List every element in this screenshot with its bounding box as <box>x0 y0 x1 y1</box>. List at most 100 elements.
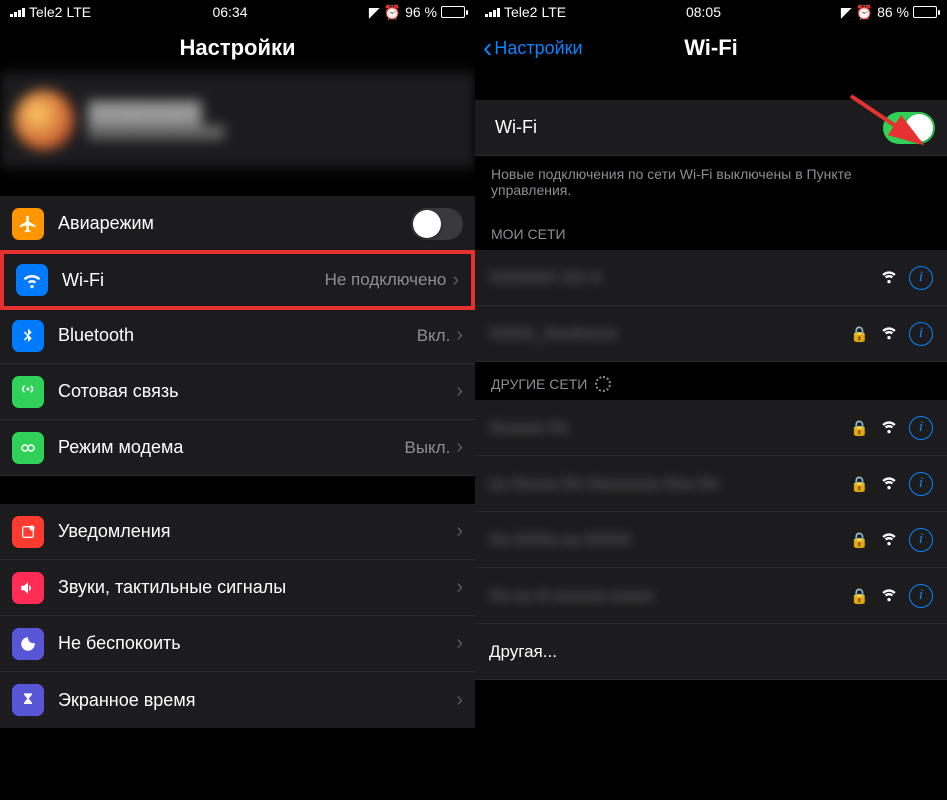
wifi-label: Wi-Fi <box>62 270 325 291</box>
hotspot-icon <box>12 432 44 464</box>
chevron-right-icon: › <box>452 269 459 292</box>
notifications-label: Уведомления <box>58 521 456 542</box>
chevron-right-icon: › <box>456 689 463 712</box>
airplane-mode-row[interactable]: Авиарежим <box>0 196 475 252</box>
wifi-icon <box>16 264 48 296</box>
info-icon[interactable]: i <box>909 472 933 496</box>
airplane-label: Авиарежим <box>58 213 411 234</box>
network-type: LTE <box>66 4 91 20</box>
lock-icon: 🔒 <box>850 475 869 493</box>
wifi-help-text: Новые подключения по сети Wi-Fi выключен… <box>475 156 947 212</box>
airplane-toggle[interactable] <box>411 208 463 240</box>
status-bar: Tele2 LTE 08:05 ◤ ⏰ 86 % <box>475 0 947 24</box>
chevron-right-icon: › <box>456 436 463 459</box>
sounds-label: Звуки, тактильные сигналы <box>58 577 456 598</box>
dnd-label: Не беспокоить <box>58 633 456 654</box>
moon-icon <box>12 628 44 660</box>
wifi-value: Не подключено <box>325 270 447 290</box>
airplane-icon <box>12 208 44 240</box>
wifi-settings-screen: Tele2 LTE 08:05 ◤ ⏰ 86 % ‹ Настройки Wi-… <box>475 0 947 800</box>
alarm-icon: ⏰ <box>384 4 401 21</box>
chevron-right-icon: › <box>456 520 463 543</box>
bluetooth-label: Bluetooth <box>58 325 417 346</box>
signal-icon <box>485 7 500 17</box>
lock-icon: 🔒 <box>850 419 869 437</box>
page-title: Wi-Fi <box>684 35 738 61</box>
battery-icon <box>441 6 465 18</box>
sounds-icon <box>12 572 44 604</box>
chevron-right-icon: › <box>456 380 463 403</box>
hotspot-label: Режим модема <box>58 437 404 458</box>
status-bar: Tele2 LTE 06:34 ◤ ⏰ 96 % <box>0 0 475 24</box>
wifi-signal-icon <box>879 527 899 552</box>
profile-row[interactable]: ████████ ████████████████ <box>0 72 475 168</box>
network-row[interactable]: Xx-XXXx-xx-XXXX 🔒 i <box>475 512 947 568</box>
lock-icon: 🔒 <box>850 325 869 343</box>
network-name: xx-Xxxxx-Xx-Xxxxxxxx-Xxx-Xx <box>489 474 850 494</box>
other-label: Другая... <box>489 642 933 662</box>
wifi-toggle[interactable] <box>883 112 935 144</box>
avatar <box>14 90 74 150</box>
wifi-signal-icon <box>879 471 899 496</box>
cellular-label: Сотовая связь <box>58 381 456 402</box>
notifications-icon <box>12 516 44 548</box>
network-name: Xx-xx-X-xxxxxx-xxxxx <box>489 586 850 606</box>
info-icon[interactable]: i <box>909 584 933 608</box>
wifi-signal-icon <box>879 583 899 608</box>
screentime-row[interactable]: Экранное время › <box>0 672 475 728</box>
wifi-toggle-row[interactable]: Wi-Fi <box>475 100 947 156</box>
notifications-row[interactable]: Уведомления › <box>0 504 475 560</box>
info-icon[interactable]: i <box>909 416 933 440</box>
page-title: Настройки <box>0 24 475 72</box>
info-icon[interactable]: i <box>909 528 933 552</box>
wifi-toggle-label: Wi-Fi <box>495 117 883 138</box>
chevron-left-icon: ‹ <box>483 40 492 57</box>
signal-icon <box>10 7 25 17</box>
bluetooth-value: Вкл. <box>417 326 451 346</box>
wifi-signal-icon <box>879 415 899 440</box>
settings-screen: Tele2 LTE 06:34 ◤ ⏰ 96 % Настройки █████… <box>0 0 475 800</box>
dnd-row[interactable]: Не беспокоить › <box>0 616 475 672</box>
network-name: XXXX_XxxXxxxx <box>489 324 850 344</box>
hotspot-row[interactable]: Режим модема Выкл. › <box>0 420 475 476</box>
bluetooth-icon <box>12 320 44 352</box>
other-networks-header: ДРУГИЕ СЕТИ <box>475 362 947 400</box>
hotspot-value: Выкл. <box>404 438 450 458</box>
carrier: Tele2 <box>504 4 537 20</box>
hourglass-icon <box>12 684 44 716</box>
bluetooth-row[interactable]: Bluetooth Вкл. › <box>0 308 475 364</box>
network-name: XXXXXX XX-X <box>489 268 879 288</box>
network-name: Xx-XXXx-xx-XXXX <box>489 530 850 550</box>
chevron-right-icon: › <box>456 324 463 347</box>
my-networks-header: МОИ СЕТИ <box>475 212 947 250</box>
battery-icon <box>913 6 937 18</box>
sounds-row[interactable]: Звуки, тактильные сигналы › <box>0 560 475 616</box>
carrier: Tele2 <box>29 4 62 20</box>
chevron-right-icon: › <box>456 576 463 599</box>
chevron-right-icon: › <box>456 632 463 655</box>
network-name: Xxxxxx-Xx <box>489 418 850 438</box>
info-icon[interactable]: i <box>909 266 933 290</box>
location-icon: ◤ <box>369 4 380 21</box>
network-row[interactable]: XXXX_XxxXxxxx 🔒 i <box>475 306 947 362</box>
header: ‹ Настройки Wi-Fi <box>475 24 947 72</box>
other-network-row[interactable]: Другая... <box>475 624 947 680</box>
battery-pct: 96 % <box>405 4 437 20</box>
wifi-signal-icon <box>879 321 899 346</box>
info-icon[interactable]: i <box>909 322 933 346</box>
screentime-label: Экранное время <box>58 690 456 711</box>
network-row[interactable]: XXXXXX XX-X i <box>475 250 947 306</box>
network-row[interactable]: Xxxxxx-Xx 🔒 i <box>475 400 947 456</box>
alarm-icon: ⏰ <box>856 4 873 21</box>
wifi-row[interactable]: Wi-Fi Не подключено › <box>0 250 475 310</box>
lock-icon: 🔒 <box>850 587 869 605</box>
clock: 06:34 <box>212 4 247 20</box>
lock-icon: 🔒 <box>850 531 869 549</box>
network-type: LTE <box>541 4 566 20</box>
network-row[interactable]: Xx-xx-X-xxxxxx-xxxxx 🔒 i <box>475 568 947 624</box>
back-button[interactable]: ‹ Настройки <box>483 38 583 59</box>
cellular-row[interactable]: Сотовая связь › <box>0 364 475 420</box>
wifi-signal-icon <box>879 265 899 290</box>
clock: 08:05 <box>686 4 721 20</box>
network-row[interactable]: xx-Xxxxx-Xx-Xxxxxxxx-Xxx-Xx 🔒 i <box>475 456 947 512</box>
